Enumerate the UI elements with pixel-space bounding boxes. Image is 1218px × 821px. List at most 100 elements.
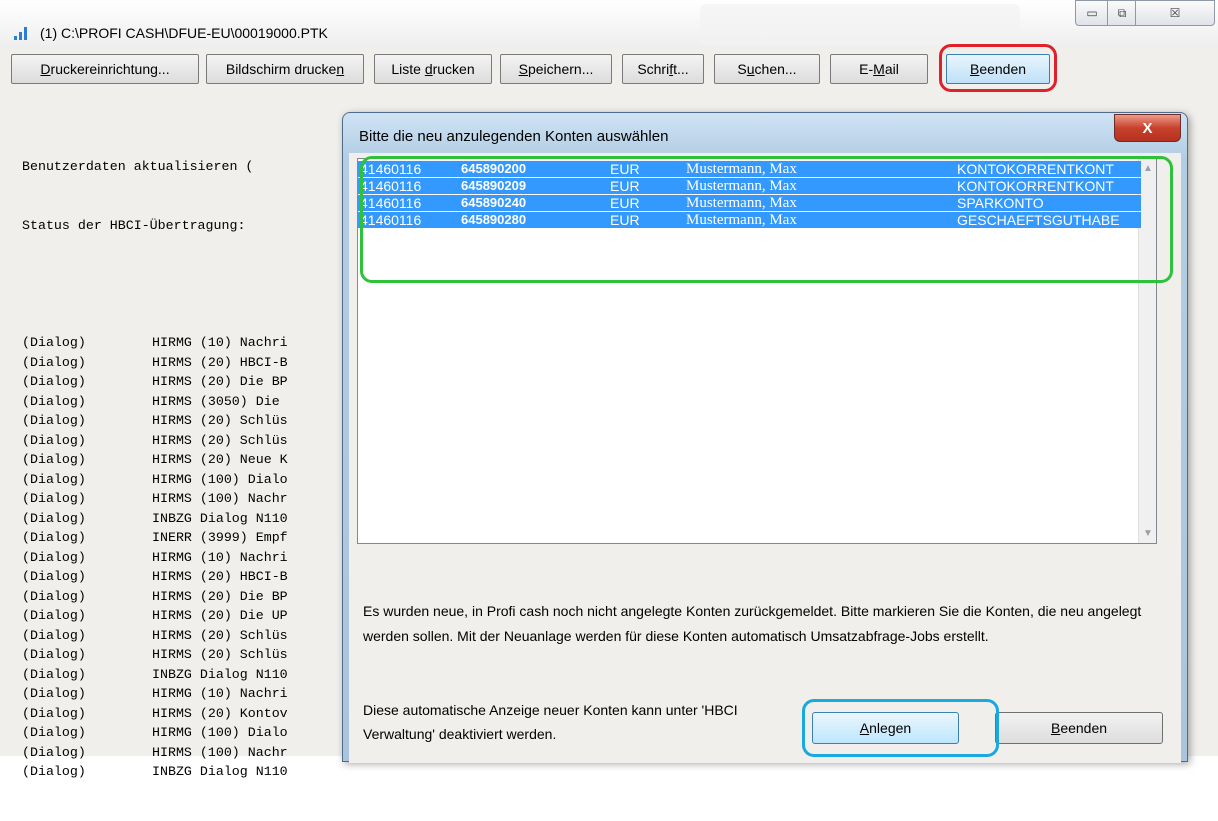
druckereinrichtung-label: Druckereinrichtung...: [40, 61, 170, 77]
account-dialog: Bitte die neu anzulegenden Konten auswäh…: [342, 112, 1188, 763]
highlight-beenden: [939, 44, 1057, 92]
log-entry: (Dialog) HIRMS (20) Die BP: [22, 372, 352, 392]
log-entry-text: HIRMS (20) Schlüs: [152, 627, 288, 643]
log-entry-text: INBZG Dialog N110: [152, 510, 288, 526]
log-entry-text: INBZG Dialog N110: [152, 764, 288, 779]
log-entry-tag: (Dialog): [22, 569, 86, 584]
title-bar-blur: [700, 4, 1020, 46]
druckereinrichtung-button[interactable]: Druckereinrichtung...: [11, 54, 199, 84]
log-entries: (Dialog) HIRMG (10) Nachri (Dialog) HIRMS (…: [22, 333, 352, 782]
log-entry: (Dialog) HIRMS (3050) Die: [22, 392, 352, 412]
speichern-label: Speichern...: [518, 61, 594, 77]
log-entry-text: INERR (3999) Empf: [152, 530, 288, 545]
suchen-label: Suchen...: [737, 61, 797, 77]
maximize-button[interactable]: ⧉: [1107, 0, 1137, 26]
e-mail-button[interactable]: E-Mail: [830, 54, 928, 84]
app-icon: [14, 26, 32, 40]
log-entry: (Dialog) INBZG Dialog N110: [22, 509, 352, 529]
dialog-content: ▲ ▼ 41460116 645890200 EUR Mustermann, Max K…: [349, 153, 1181, 763]
log-entry-text: HIRMS (100) Nachr: [152, 491, 288, 506]
log-entry-text: HIRMG (100) Dialo: [152, 725, 288, 740]
log-entry-text: HIRMS (20) Die BP: [152, 374, 288, 389]
minimize-button[interactable]: ▭: [1075, 0, 1109, 26]
window-title: (1) C:\PROFI CASH\DFUE-EU\00019000.PTK: [40, 25, 328, 41]
log-entry-text: HIRMS (3050) Die: [152, 393, 288, 409]
log-entry: (Dialog) HIRMS (100) Nachr: [22, 743, 352, 763]
log-entry: (Dialog) HIRMS (20) Schlüs: [22, 645, 352, 665]
log-entry: (Dialog) HIRMG (10) Nachri: [22, 333, 352, 353]
bildschirm-drucken-button[interactable]: Bildschirm drucken: [206, 54, 364, 84]
log-entry-tag: (Dialog): [22, 686, 86, 701]
log-entry-tag: (Dialog): [22, 725, 86, 740]
speichern-button[interactable]: Speichern...: [500, 54, 612, 84]
log-entry: (Dialog) HIRMS (100) Nachr: [22, 489, 352, 509]
beenden-mnemonic: B: [1050, 720, 1061, 736]
highlight-anlegen: [802, 699, 999, 757]
log-area: Benutzerdaten aktualisieren ( Status der…: [22, 118, 352, 821]
highlight-accounts: [360, 156, 1173, 283]
log-entry: (Dialog) HIRMS (20) Schlüs: [22, 411, 352, 431]
log-entry-text: INBZG Dialog N110: [152, 666, 288, 682]
log-entry-text: HIRMS (20) Neue K: [152, 452, 288, 467]
log-entry-tag: (Dialog): [22, 432, 86, 448]
log-entry-tag: (Dialog): [22, 354, 86, 370]
suchen-button[interactable]: Suchen...: [714, 54, 820, 84]
log-entry: (Dialog) INBZG Dialog N110: [22, 762, 352, 782]
title-bar: (1) C:\PROFI CASH\DFUE-EU\00019000.PTK: [0, 0, 1218, 48]
log-entry: (Dialog) INBZG Dialog N110: [22, 665, 352, 685]
log-entry-tag: (Dialog): [22, 608, 86, 623]
log-entry-tag: (Dialog): [22, 510, 86, 526]
log-entry: (Dialog) HIRMG (10) Nachri: [22, 684, 352, 704]
log-entry: (Dialog) INERR (3999) Empf: [22, 528, 352, 548]
log-entry: (Dialog) HIRMS (20) Schlüs: [22, 626, 352, 646]
log-entry-text: HIRMS (20) HBCI-B: [152, 354, 288, 370]
log-entry-text: HIRMS (20) Die BP: [152, 588, 288, 604]
schrift-label: Schrift...: [637, 61, 689, 77]
log-entry-text: HIRMS (20) HBCI-B: [152, 569, 288, 584]
log-entry-text: HIRMG (10) Nachri: [152, 686, 288, 701]
log-entry-tag: (Dialog): [22, 491, 86, 506]
log-entry-tag: (Dialog): [22, 666, 86, 682]
log-entry-tag: (Dialog): [22, 393, 86, 409]
log-entry-tag: (Dialog): [22, 374, 86, 389]
log-entry-tag: (Dialog): [22, 705, 86, 721]
log-entry-text: HIRMS (20) Schlüs: [152, 647, 288, 662]
log-entry-text: HIRMG (100) Dialo: [152, 471, 288, 487]
bildschirm-drucken-label: Bildschirm drucken: [225, 61, 345, 77]
log-entry-tag: (Dialog): [22, 530, 86, 545]
schrift-button[interactable]: Schrift...: [622, 54, 704, 84]
beenden-dialog-button[interactable]: Beenden: [995, 712, 1163, 744]
log-entry-tag: (Dialog): [22, 744, 86, 760]
log-entry: (Dialog) HIRMG (100) Dialo: [22, 470, 352, 490]
log-entry-tag: (Dialog): [22, 627, 86, 643]
close-button[interactable]: ☒: [1135, 0, 1215, 26]
liste-drucken-label: Liste drucken: [391, 61, 475, 77]
scroll-down-icon[interactable]: ▼: [1143, 528, 1153, 539]
log-entry: (Dialog) HIRMS (20) Neue K: [22, 450, 352, 470]
dialog-close-button[interactable]: X: [1114, 114, 1181, 142]
beenden-label-rest: eenden: [1060, 720, 1108, 736]
log-entry-tag: (Dialog): [22, 471, 86, 487]
log-entry-tag: (Dialog): [22, 452, 86, 467]
liste-drucken-button[interactable]: Liste drucken: [374, 54, 492, 84]
log-header-line: Benutzerdaten aktualisieren (: [22, 159, 254, 174]
log-entry: (Dialog) HIRMS (20) HBCI-B: [22, 353, 352, 373]
log-entry-text: HIRMS (20) Schlüs: [152, 432, 288, 448]
log-entry: (Dialog) HIRMG (10) Nachri: [22, 548, 352, 568]
log-entry-text: HIRMS (20) Schlüs: [152, 413, 288, 428]
log-entry: (Dialog) HIRMS (20) Schlüs: [22, 431, 352, 451]
e-mail-label: E-Mail: [859, 61, 899, 77]
info-text: Es wurden neue, in Profi cash noch nicht…: [363, 603, 1142, 644]
log-entry-tag: (Dialog): [22, 549, 86, 565]
log-entry: (Dialog) HIRMG (100) Dialo: [22, 723, 352, 743]
log-entry: (Dialog) HIRMS (20) Kontov: [22, 704, 352, 724]
log-entry-text: HIRMS (20) Kontov: [152, 705, 288, 721]
log-entry-text: HIRMS (20) Die UP: [152, 608, 288, 623]
log-entry-tag: (Dialog): [22, 588, 86, 604]
log-entry-text: HIRMS (100) Nachr: [152, 744, 288, 760]
log-header-line: Status der HBCI-Übertragung:: [22, 217, 246, 233]
log-entry: (Dialog) HIRMS (20) Die BP: [22, 587, 352, 607]
log-entry-tag: (Dialog): [22, 764, 86, 779]
log-entry-text: HIRMG (10) Nachri: [152, 335, 288, 350]
log-entry-tag: (Dialog): [22, 413, 86, 428]
